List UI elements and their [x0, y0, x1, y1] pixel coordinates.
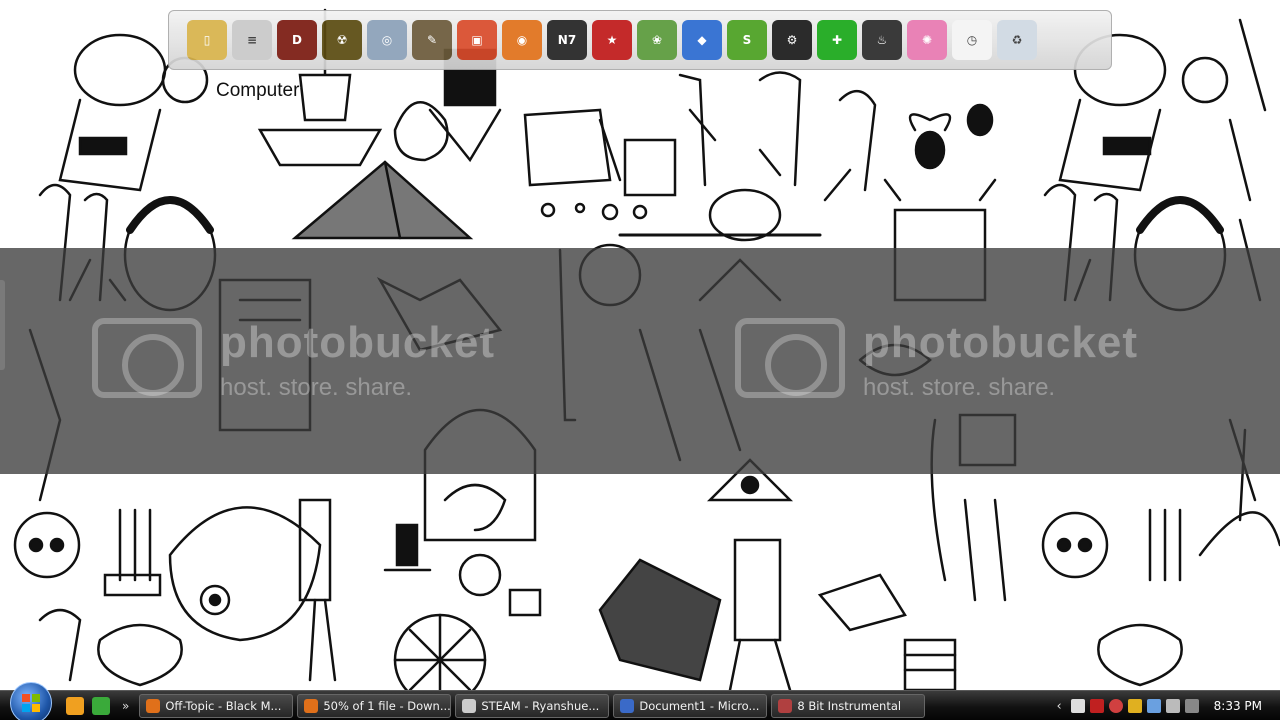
app-icon [778, 698, 793, 713]
dock: ▯ ≡ D ☢ ◎ ✎ ▣ ◉ N7 ★ ❀ ◆ S ⚙ ✚ ♨ ✺ ◷ ♻ [168, 10, 1112, 70]
watermark-title: photobucket [863, 318, 1138, 367]
network-icon[interactable]: ✺ [907, 20, 947, 60]
recycle-bin-icon[interactable]: ♻ [997, 20, 1037, 60]
sims-icon[interactable]: ◆ [682, 20, 722, 60]
taskbar-button-label: Off-Topic - Black M... [165, 698, 282, 713]
tray-expand-icon[interactable]: ‹ [1056, 699, 1061, 714]
diablo-icon[interactable]: D [277, 20, 317, 60]
plant-icon[interactable]: ❀ [637, 20, 677, 60]
app-icon [620, 698, 635, 713]
app-icon [462, 698, 477, 713]
clock-icon[interactable]: ◷ [952, 20, 992, 60]
camera-icon [92, 318, 202, 398]
watermark-subtitle: host. store. share. [220, 374, 413, 401]
windows-logo-icon [22, 693, 40, 712]
taskbar: » Off-Topic - Black M... 50% of 1 file - … [0, 681, 1280, 720]
sidebar-edge-tab[interactable] [0, 280, 5, 370]
clock[interactable]: 8:33 PM [1214, 699, 1262, 713]
taskbar-buttons: Off-Topic - Black M... 50% of 1 file - Do… [139, 693, 926, 718]
watermark-title: photobucket [220, 318, 495, 367]
xfire-icon[interactable] [92, 696, 110, 715]
folder-icon[interactable]: ▯ [187, 20, 227, 60]
display-tray-icon[interactable] [1184, 699, 1199, 713]
taskbar-button-label: STEAM - Ryanshue... [481, 698, 600, 713]
taskbar-button[interactable]: 50% of 1 file - Down... [297, 693, 452, 718]
n7-icon[interactable]: N7 [547, 20, 587, 60]
taskbar-button-label: 8 Bit Instrumental [797, 698, 902, 713]
app-icon [304, 698, 319, 713]
antivirus-tray-icon[interactable] [1089, 699, 1104, 713]
camera-icon [735, 318, 845, 398]
quick-launch: » [66, 696, 129, 715]
document-icon[interactable]: ≡ [232, 20, 272, 60]
photobucket-watermark: photobucket host. store. share. photobuc… [0, 248, 1280, 474]
volume-tray-icon[interactable] [1165, 699, 1180, 713]
taskbar-button[interactable]: Off-Topic - Black M... [139, 693, 294, 718]
watermark-right: photobucket host. store. share. [735, 318, 1138, 402]
disc-icon[interactable]: ◎ [367, 20, 407, 60]
warning-tray-icon[interactable] [1127, 699, 1142, 713]
runner-icon[interactable] [66, 696, 84, 715]
app-icon [146, 698, 161, 713]
plus-icon[interactable]: ✚ [817, 20, 857, 60]
watermark-subtitle: host. store. share. [863, 374, 1056, 401]
gimp-icon[interactable]: ✎ [412, 20, 452, 60]
quick-launch-chevron-icon[interactable]: » [122, 699, 129, 713]
system-tray: ‹ 8:33 PM [1056, 691, 1280, 720]
firefox-icon[interactable]: ◉ [502, 20, 542, 60]
radiation-icon[interactable]: ☢ [322, 20, 362, 60]
movie-icon[interactable]: ★ [592, 20, 632, 60]
watermark-left: photobucket host. store. share. [92, 318, 495, 402]
start-button[interactable] [10, 681, 52, 720]
taskbar-button-label: Document1 - Micro... [639, 698, 760, 713]
desktop-icon-computer[interactable]: Computer [216, 80, 336, 102]
taskbar-button[interactable]: Document1 - Micro... [613, 693, 768, 718]
taskbar-button[interactable]: 8 Bit Instrumental [771, 693, 926, 718]
steam-icon[interactable]: ⚙ [772, 20, 812, 60]
desktop-icon-label: Computer [216, 80, 300, 101]
taskbar-button[interactable]: STEAM - Ryanshue... [455, 693, 610, 718]
flame-icon[interactable]: ♨ [862, 20, 902, 60]
steam-tray-icon[interactable] [1070, 699, 1085, 713]
network-tray-icon[interactable] [1146, 699, 1161, 713]
bag-icon[interactable]: ▣ [457, 20, 497, 60]
blocked-tray-icon[interactable] [1108, 699, 1123, 713]
s-icon[interactable]: S [727, 20, 767, 60]
taskbar-button-label: 50% of 1 file - Down... [323, 698, 451, 713]
